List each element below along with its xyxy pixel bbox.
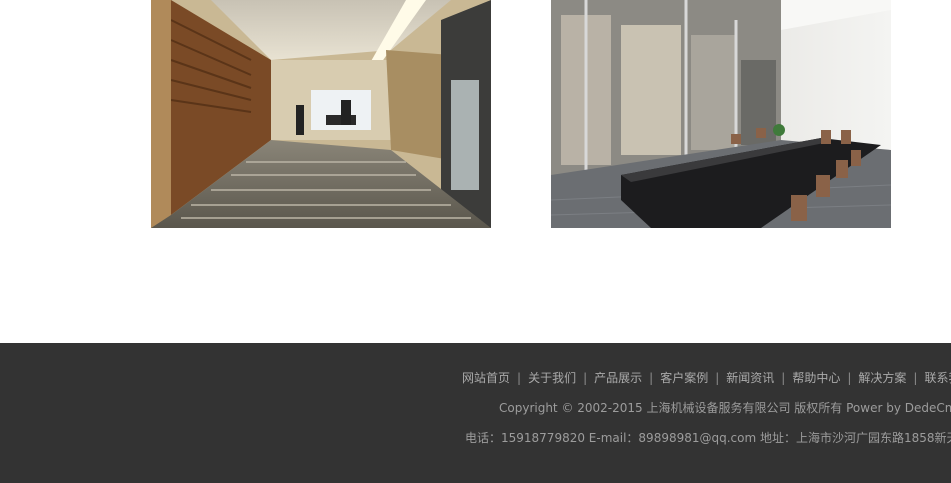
- footer-nav-products[interactable]: 产品展示: [594, 371, 642, 385]
- gallery-photo-conference-room[interactable]: [551, 0, 891, 228]
- nav-separator: |: [781, 371, 786, 385]
- nav-separator: |: [715, 371, 720, 385]
- nav-separator: |: [649, 371, 654, 385]
- footer-nav-contact[interactable]: 联系我们: [924, 371, 951, 385]
- nav-separator: |: [847, 371, 852, 385]
- footer-nav-solutions[interactable]: 解决方案: [858, 371, 906, 385]
- site-footer: 网站首页|关于我们|产品展示|客户案例|新闻资讯|帮助中心|解决方案|联系我们 …: [0, 343, 951, 483]
- footer-nav: 网站首页 | 关于我们 | 产品展示 | 客户案例 | 新闻资讯 | 帮助中心 | 解决方案 | 联系我们: [462, 371, 951, 385]
- nav-separator: |: [583, 371, 588, 385]
- footer-contact-info: 电话：15918779820 E-mail：89898981@qq.com 地址…: [465, 431, 951, 445]
- gallery-photo-corridor[interactable]: [151, 0, 491, 228]
- footer-nav-cases[interactable]: 客户案例: [660, 371, 708, 385]
- corridor-image: [151, 0, 491, 228]
- nav-separator: |: [517, 371, 522, 385]
- footer-nav-about[interactable]: 关于我们: [528, 371, 576, 385]
- conference-room-image: [551, 0, 891, 228]
- nav-separator: |: [913, 371, 918, 385]
- footer-nav-help[interactable]: 帮助中心: [792, 371, 840, 385]
- footer-copyright: Copyright © 2002-2015 上海机械设备服务有限公司 版权所有 …: [499, 401, 951, 415]
- footer-nav-news[interactable]: 新闻资讯: [726, 371, 774, 385]
- footer-nav-home[interactable]: 网站首页: [462, 371, 510, 385]
